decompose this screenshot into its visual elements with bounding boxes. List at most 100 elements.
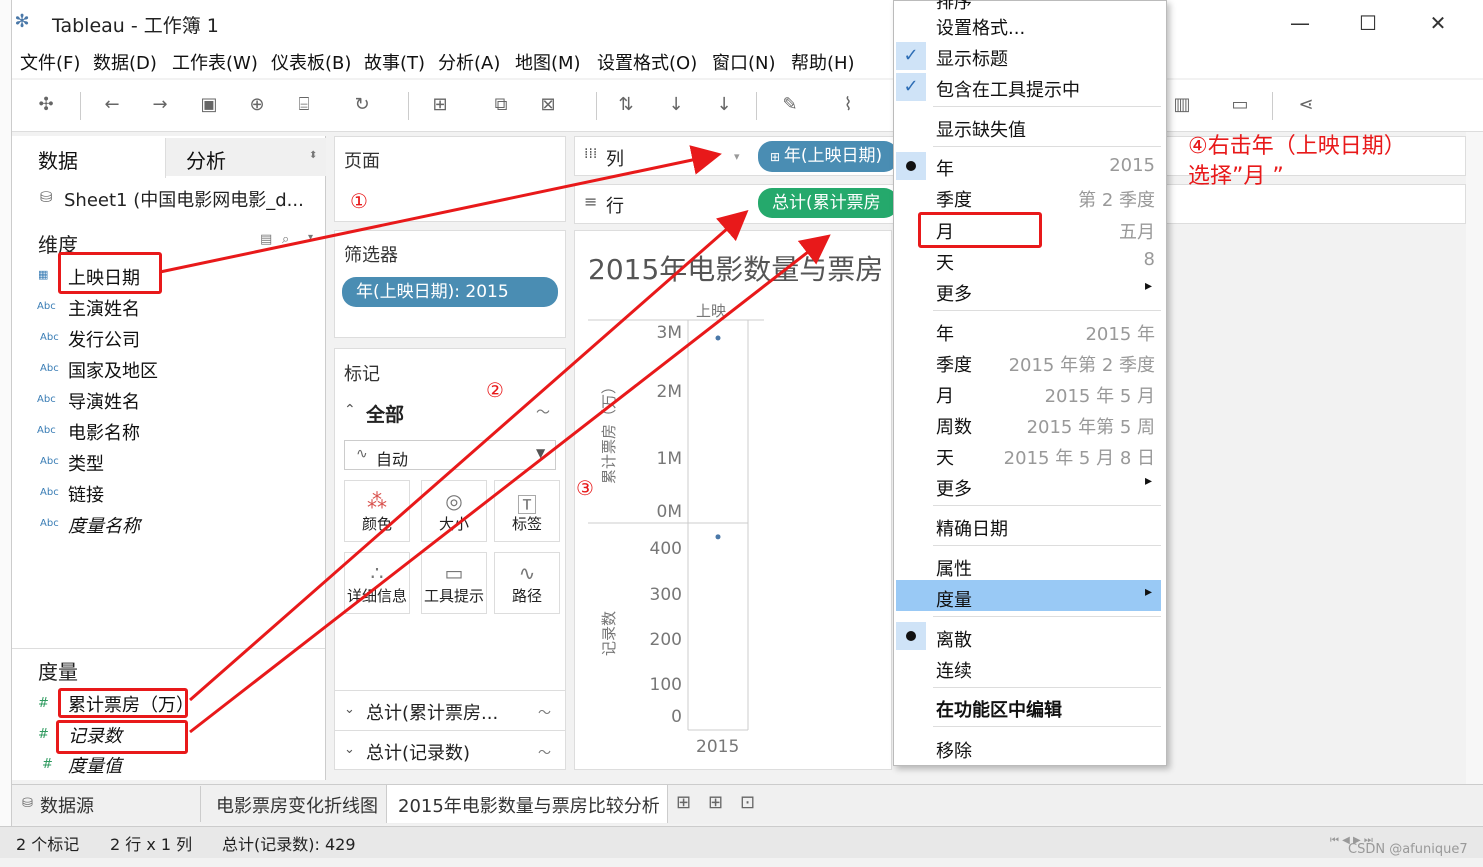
menu-worksheet[interactable]: 工作表(W)	[172, 49, 258, 75]
presentation-mode-icon[interactable]: ▭	[1226, 92, 1254, 118]
menu-item-week-trunc-example: 2015 年第 5 周	[1026, 417, 1155, 438]
chevron-down-icon[interactable]: ⌄	[344, 702, 355, 717]
menu-item-discrete[interactable]: 离散	[936, 626, 972, 652]
data-point-box-office[interactable]	[715, 335, 721, 341]
menu-item-measure[interactable]: 度量	[936, 586, 972, 612]
dimension-country[interactable]: 国家及地区	[68, 357, 158, 383]
search-icon[interactable]: ⌕	[282, 232, 289, 247]
highlight-icon[interactable]: ✎	[776, 92, 804, 118]
menu-item-more-trunc[interactable]: 更多	[936, 475, 972, 501]
tab-datasource[interactable]: 数据源	[40, 792, 94, 818]
new-worksheet-icon[interactable]: ⊞	[676, 792, 691, 813]
menu-item-month-trunc[interactable]: 月	[936, 382, 954, 408]
marks-label-button[interactable]: 🅃 标签	[494, 480, 560, 542]
menu-separator	[933, 106, 1161, 107]
chevron-down-icon[interactable]: ▾	[308, 232, 313, 243]
collapse-icon[interactable]: ⌃	[344, 402, 356, 418]
share-icon[interactable]: ⋖	[1292, 92, 1320, 118]
dimension-movie-name[interactable]: 电影名称	[68, 419, 140, 445]
date-field-icon: ▦	[38, 268, 49, 281]
dimension-director[interactable]: 导演姓名	[68, 388, 140, 414]
sort-ascending-icon[interactable]: ↓	[662, 92, 690, 118]
dimension-link[interactable]: 链接	[68, 481, 104, 507]
new-story-icon[interactable]: ⊡	[740, 792, 755, 813]
tab-sheet-line-chart[interactable]: 电影票房变化折线图	[216, 792, 378, 818]
menu-item-week-trunc[interactable]: 周数	[936, 413, 972, 439]
menu-item-quarter-part[interactable]: 季度	[936, 186, 972, 212]
chevron-down-icon[interactable]: ▼	[536, 446, 545, 460]
menu-item-remove[interactable]: 移除	[936, 737, 972, 763]
datasource-name[interactable]: Sheet1 (中国电影网电影_d...	[64, 186, 304, 212]
new-worksheet-icon[interactable]: ⊞	[426, 92, 454, 118]
view-toggle-icon[interactable]: ▤	[260, 232, 272, 247]
marks-path-button[interactable]: ∿ 路径	[494, 552, 560, 614]
menu-item-attribute[interactable]: 属性	[936, 555, 972, 581]
menu-item-continuous[interactable]: 连续	[936, 657, 972, 683]
swap-rows-columns-icon[interactable]: ⇅	[612, 92, 640, 118]
tableau-home-icon[interactable]: ✣	[32, 92, 60, 118]
menu-dashboard[interactable]: 仪表板(B)	[271, 49, 351, 75]
redo-icon[interactable]: →	[146, 92, 174, 118]
new-datasource-icon[interactable]: ⊕	[243, 92, 271, 118]
tab-data[interactable]: 数据	[38, 145, 78, 174]
menu-item-show-header[interactable]: 显示标题	[936, 45, 1008, 71]
tab-sheet-active[interactable]: 2015年电影数量与票房比较分析	[398, 792, 660, 818]
marks-section-record-count[interactable]: 总计(记录数)	[366, 739, 470, 765]
dimension-lead-actor[interactable]: 主演姓名	[68, 295, 140, 321]
highlight-box-release-date	[58, 252, 162, 294]
marks-size-button[interactable]: ◎ 大小	[421, 480, 487, 542]
dimension-distributor[interactable]: 发行公司	[68, 326, 140, 352]
menu-format[interactable]: 设置格式(O)	[597, 49, 697, 75]
tab-scroll-icon[interactable]: ⬍	[309, 150, 317, 161]
dimension-measure-names[interactable]: 度量名称	[68, 512, 140, 538]
new-dashboard-icon[interactable]: ⊞	[708, 792, 723, 813]
chevron-down-icon[interactable]: ▾	[734, 150, 740, 163]
pause-updates-icon[interactable]: ⌸	[290, 92, 318, 118]
minimize-button[interactable]: —	[1270, 6, 1330, 40]
sort-descending-icon[interactable]: ↓	[710, 92, 738, 118]
tab-analysis[interactable]: 分析	[186, 145, 226, 174]
filter-pill-year[interactable]: 年(上映日期): 2015	[342, 277, 558, 307]
dimension-genre[interactable]: 类型	[68, 450, 104, 476]
maximize-button[interactable]: ☐	[1338, 6, 1398, 40]
chevron-down-icon[interactable]: ⌄	[344, 742, 355, 757]
menu-item-year-trunc[interactable]: 年	[936, 320, 954, 346]
data-point-record-count[interactable]	[715, 534, 721, 540]
rows-pill-box-office[interactable]: 总计(累计票房	[758, 188, 898, 218]
menu-item-year-part[interactable]: 年	[936, 155, 954, 181]
menu-item-quarter-trunc[interactable]: 季度	[936, 351, 972, 377]
duplicate-sheet-icon[interactable]: ⧉	[487, 92, 515, 118]
menu-item-exact-date[interactable]: 精确日期	[936, 515, 1008, 541]
marks-detail-button[interactable]: ∴ 详细信息	[344, 552, 410, 614]
menu-item-more-parts[interactable]: 更多	[936, 280, 972, 306]
columns-pill-year[interactable]: ⊞ 年(上映日期)	[758, 141, 898, 172]
save-icon[interactable]: ▣	[195, 92, 223, 118]
close-button[interactable]: ✕	[1408, 6, 1468, 40]
measure-values[interactable]: 度量值	[68, 752, 122, 778]
marks-all-label[interactable]: 全部	[366, 400, 404, 427]
marks-section-box-office[interactable]: 总计(累计票房...	[366, 699, 498, 725]
menu-item-include-tooltip[interactable]: 包含在工具提示中	[936, 76, 1080, 102]
menu-data[interactable]: 数据(D)	[93, 49, 157, 75]
show-me-icon[interactable]: ▥	[1168, 92, 1196, 118]
menu-file[interactable]: 文件(F)	[20, 49, 80, 75]
menu-story[interactable]: 故事(T)	[364, 49, 425, 75]
menu-item-format[interactable]: 设置格式...	[936, 14, 1025, 40]
menu-analysis[interactable]: 分析(A)	[438, 49, 500, 75]
group-icon[interactable]: ⌇	[834, 92, 862, 118]
undo-icon[interactable]: ←	[98, 92, 126, 118]
menu-window[interactable]: 窗口(N)	[712, 49, 776, 75]
menu-help[interactable]: 帮助(H)	[791, 49, 855, 75]
menu-item-day-part[interactable]: 天	[936, 249, 954, 275]
menu-item-sort[interactable]: 排序	[936, 0, 972, 14]
refresh-icon[interactable]: ↻	[348, 92, 376, 118]
toolbar-separator	[80, 92, 81, 120]
marks-tooltip-button[interactable]: ▭ 工具提示	[421, 552, 487, 614]
menu-item-day-trunc[interactable]: 天	[936, 444, 954, 470]
clear-sheet-icon[interactable]: ⊠	[534, 92, 562, 118]
menu-item-show-missing[interactable]: 显示缺失值	[936, 116, 1026, 142]
status-sum: 总计(记录数): 429	[222, 835, 356, 854]
menu-map[interactable]: 地图(M)	[515, 49, 581, 75]
menu-item-edit-in-shelf[interactable]: 在功能区中编辑	[936, 696, 1062, 722]
marks-color-button[interactable]: ⁂ 颜色	[344, 480, 410, 542]
